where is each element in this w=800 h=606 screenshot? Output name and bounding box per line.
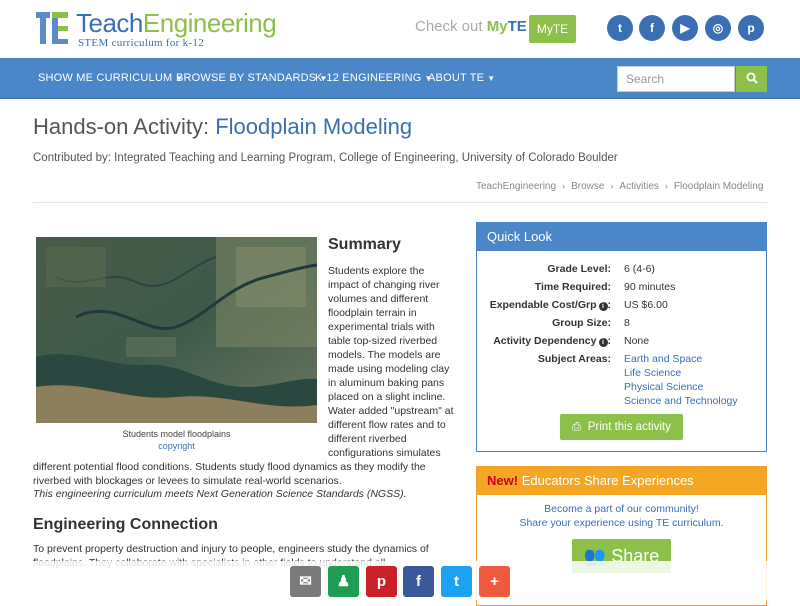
pinterest-icon[interactable]: p: [738, 15, 764, 41]
grade-level-value: 6 (4-6): [624, 263, 655, 275]
time-required-value: 90 minutes: [624, 281, 676, 293]
chevron-down-icon: ▼: [487, 74, 496, 83]
page-title: Hands-on Activity: Floodplain Modeling: [33, 114, 412, 140]
checkout-te: TE: [507, 18, 527, 35]
search-button[interactable]: [736, 66, 767, 92]
grade-level-label: Grade Level:: [547, 263, 611, 275]
nav-browse-by-standards[interactable]: BROWSE BY STANDARDS ▼: [176, 58, 327, 98]
expendable-cost-label-text: Expendable Cost/Grp: [489, 299, 597, 311]
google-classroom-share-icon[interactable]: ♟: [328, 566, 359, 597]
checkout-my: My: [486, 18, 508, 35]
te-logo-icon: [36, 12, 70, 46]
subject-life-science[interactable]: Life Science: [624, 367, 681, 379]
chevron-right-icon: ›: [664, 181, 668, 191]
expendable-cost-value: US $6.00: [624, 299, 668, 311]
breadcrumb: TeachEngineering › Browse › Activities › Flood…: [476, 181, 763, 192]
nav-label: BROWSE BY STANDARDS: [176, 72, 317, 84]
search-input[interactable]: [617, 66, 735, 92]
page-title-name: Floodplain Modeling: [215, 114, 413, 139]
breadcrumb-browse[interactable]: Browse: [571, 181, 604, 192]
activity-dependency-label: Activity Dependency i:: [493, 335, 611, 347]
new-badge: New!: [487, 473, 519, 488]
logo-text-engineering: Engineering: [142, 8, 277, 38]
summary-heading: Summary: [328, 236, 401, 253]
subject-science-and-technology[interactable]: Science and Technology: [624, 395, 738, 407]
pinterest-share-icon[interactable]: p: [366, 566, 397, 597]
page-title-prefix: Hands-on Activity:: [33, 114, 210, 139]
facebook-icon[interactable]: f: [639, 15, 665, 41]
checkout-text: Check out: [415, 18, 483, 35]
more-share-icon[interactable]: +: [479, 566, 510, 597]
instagram-icon[interactable]: ◎: [705, 15, 731, 41]
contributed-by: Contributed by: Integrated Teaching and …: [33, 152, 618, 164]
logo-text-teach: Teach: [76, 8, 143, 38]
youtube-icon[interactable]: ▶: [672, 15, 698, 41]
site-header: TeachEngineering STEM curriculum for k-1…: [0, 0, 800, 58]
breadcrumb-activities[interactable]: Activities: [619, 181, 658, 192]
quick-look-panel: Quick Look Grade Level: 6 (4-6) Time Req…: [476, 222, 767, 452]
twitter-share-icon[interactable]: t: [441, 566, 472, 597]
print-icon: ⎙: [572, 421, 582, 433]
nav-label: SHOW ME CURRICULUM: [38, 72, 173, 84]
info-icon[interactable]: i: [598, 338, 608, 347]
educators-share-heading: New! Educators Share Experiences: [477, 467, 766, 495]
email-share-icon[interactable]: ✉: [290, 566, 321, 597]
photo-caption: Students model floodplains: [122, 429, 231, 439]
twitter-icon[interactable]: t: [607, 15, 633, 41]
logo-tagline: STEM curriculum for k-12: [78, 37, 205, 49]
group-size-value: 8: [624, 317, 630, 329]
quick-look-heading: Quick Look: [477, 223, 766, 251]
chevron-right-icon: ›: [562, 181, 566, 191]
subject-areas-label: Subject Areas:: [537, 353, 611, 365]
print-button-label: Print this activity: [587, 421, 671, 433]
educators-heading-text: Educators Share Experiences: [521, 473, 694, 488]
copyright-link[interactable]: copyright: [36, 441, 317, 451]
time-required-label: Time Required:: [534, 281, 611, 293]
facebook-share-icon[interactable]: f: [403, 566, 434, 597]
engineering-connection-heading: Engineering Connection: [33, 516, 218, 533]
nav-about-te[interactable]: ABOUT TE ▼: [428, 58, 495, 98]
educators-line-2: Share your experience using TE curriculu…: [519, 517, 724, 529]
breadcrumb-current: Floodplain Modeling: [673, 181, 764, 192]
chevron-right-icon: ›: [610, 181, 614, 191]
info-icon[interactable]: i: [598, 302, 608, 311]
nav-label: ABOUT TE: [428, 72, 485, 84]
subject-earth-and-space[interactable]: Earth and Space: [624, 353, 702, 365]
subject-physical-science[interactable]: Physical Science: [624, 381, 703, 393]
activity-dependency-label-text: Activity Dependency: [493, 335, 597, 347]
breadcrumb-home[interactable]: TeachEngineering: [476, 181, 556, 192]
divider: [33, 202, 767, 203]
group-size-label: Group Size:: [552, 317, 611, 329]
activity-dependency-value: None: [624, 335, 650, 347]
search-icon: [746, 72, 758, 84]
expendable-cost-label: Expendable Cost/Grp i:: [489, 299, 611, 311]
teachengineering-logo[interactable]: TeachEngineering STEM curriculum for k-1…: [36, 8, 296, 50]
checkout-myte-promo[interactable]: Check out MyTE: [415, 18, 527, 35]
nav-k12-engineering[interactable]: K-12 ENGINEERING ▼: [315, 58, 433, 98]
ngss-note: This engineering curriculum meets Next G…: [33, 488, 407, 500]
share-bar: [0, 561, 800, 600]
summary-text-continued: different potential flood conditions. St…: [33, 461, 426, 487]
floodplain-photo[interactable]: [36, 237, 317, 423]
myte-button[interactable]: MyTE: [529, 15, 576, 43]
nav-label: K-12 ENGINEERING: [315, 72, 422, 84]
nav-show-me-curriculum[interactable]: SHOW ME CURRICULUM ▼: [38, 58, 184, 98]
summary-text: Students explore the impact of changing …: [328, 265, 454, 459]
educators-line-1: Become a part of our community!: [544, 503, 699, 515]
print-activity-button[interactable]: ⎙ Print this activity: [560, 414, 683, 440]
